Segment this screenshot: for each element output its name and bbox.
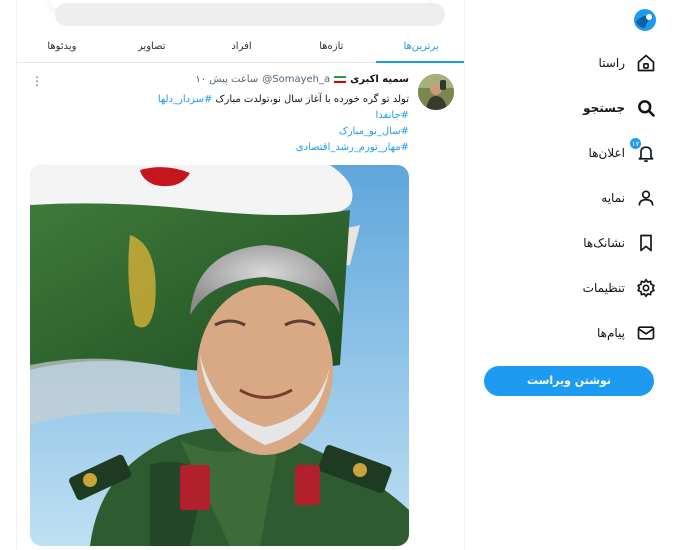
tweet-text: تولد تو گره خورده با آغاز سال نو،تولدت م… [215, 94, 409, 105]
hashtag-link[interactable]: #جانفدا [69, 108, 409, 124]
notification-badge: ۱۷ [629, 136, 642, 150]
tab-videos[interactable]: ویدئوها [17, 30, 107, 62]
search-input[interactable] [55, 3, 445, 26]
sidebar-nav: راستا جستجو ۱۷ اعلان‌ها نمایه نشانک‌ها ت… [447, 40, 657, 355]
tab-people[interactable]: افراد [197, 30, 287, 62]
sidebar-item-label: پیام‌ها [596, 325, 625, 340]
sidebar-item-profile[interactable]: نمایه [447, 175, 657, 220]
bell-icon: ۱۷ [629, 136, 657, 164]
sidebar-item-search[interactable]: جستجو [447, 85, 657, 130]
portrait-image [30, 165, 409, 546]
mail-icon [635, 322, 657, 344]
sidebar-item-messages[interactable]: پیام‌ها [447, 310, 657, 355]
hashtag-link[interactable]: #سال_نو_مبارک [69, 124, 409, 140]
author-handle[interactable]: @Somayeh_a [262, 74, 330, 85]
home-icon [635, 52, 657, 74]
tweet-body: تولد تو گره خورده با آغاز سال نو،تولدت م… [69, 92, 409, 156]
more-vertical-icon[interactable]: ⋮ [31, 75, 43, 89]
sidebar-item-bookmarks[interactable]: نشانک‌ها [447, 220, 657, 265]
sidebar-item-home[interactable]: راستا [447, 40, 657, 85]
sidebar-item-label: تنظیمات [582, 280, 625, 295]
sidebar-item-label: نمایه [601, 190, 625, 205]
author-name[interactable]: سمیه اکبری [350, 74, 409, 85]
tab-latest[interactable]: تازه‌ها [286, 30, 376, 62]
iran-flag-icon [334, 75, 347, 84]
sidebar-item-label: جستجو [583, 100, 625, 115]
tweet-header: سمیه اکبری @Somayeh_a ۱۰ ساعت پیش [195, 74, 409, 85]
tab-images[interactable]: تصاویر [107, 30, 197, 62]
hashtag-link[interactable]: #مهار_تورم_رشد_اقتصادی [69, 140, 409, 156]
tweet-time: ۱۰ ساعت پیش [195, 74, 259, 85]
sidebar-item-notifications[interactable]: ۱۷ اعلان‌ها [447, 130, 657, 175]
bookmark-icon [635, 232, 657, 254]
feed-tabs: برترین‌ها تازه‌ها افراد تصاویر ویدئوها [17, 30, 464, 63]
sidebar-item-label: راستا [598, 55, 625, 70]
tweet-image[interactable] [30, 165, 409, 546]
feed-column: برترین‌ها تازه‌ها افراد تصاویر ویدئوها س… [16, 0, 465, 550]
sidebar-item-settings[interactable]: تنظیمات [447, 265, 657, 310]
gear-icon [635, 277, 657, 299]
user-icon [635, 187, 657, 209]
search-icon [635, 97, 657, 119]
app-logo-icon[interactable] [633, 8, 657, 32]
sidebar-item-label: نشانک‌ها [583, 235, 625, 250]
tweet[interactable]: سمیه اکبری @Somayeh_a ۱۰ ساعت پیش ⋮ تولد… [17, 64, 464, 550]
compose-button[interactable]: نوشتن ویراست [484, 366, 654, 396]
sidebar-item-label: اعلان‌ها [588, 145, 625, 160]
hashtag-link[interactable]: #سردار_دلها [158, 94, 213, 105]
